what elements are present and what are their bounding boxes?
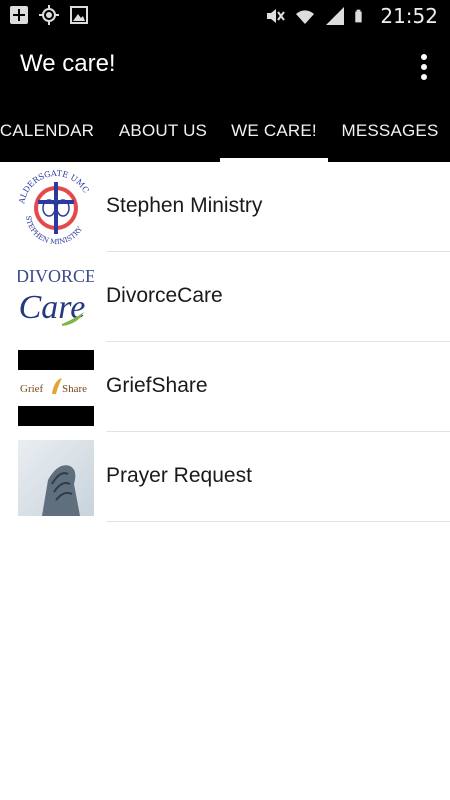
- image-icon: [70, 6, 88, 24]
- app-bar: We care!: [0, 32, 450, 104]
- mute-icon: [267, 9, 286, 23]
- tab-messages[interactable]: MESSAGES: [336, 104, 444, 162]
- page-title: We care!: [20, 50, 116, 77]
- wifi-icon: [296, 10, 315, 24]
- logo-text-top: Grief: [20, 383, 44, 395]
- status-bar: 21:52: [0, 0, 450, 32]
- praying-hands-photo: [18, 440, 94, 516]
- more-vert-icon[interactable]: [416, 52, 432, 82]
- list-item-label: Prayer Request: [106, 464, 252, 487]
- status-clock: 21:52: [380, 4, 438, 28]
- gps-icon: [39, 5, 59, 25]
- list-item-label: Stephen Ministry: [106, 194, 263, 217]
- tab-we-care[interactable]: WE CARE!: [220, 104, 328, 162]
- stephen-ministry-logo: ALDERSGATE UMC STEPHEN MINISTRY: [18, 170, 94, 246]
- tab-calendar[interactable]: CALENDAR: [0, 104, 100, 162]
- divider: [106, 521, 450, 522]
- logo-text-bottom: Share: [62, 383, 87, 395]
- list-item[interactable]: Prayer Request: [0, 432, 450, 522]
- tab-bar: CALENDAR ABOUT US WE CARE! MESSAGES: [0, 104, 450, 162]
- list-item[interactable]: Grief Share GriefShare: [0, 342, 450, 432]
- ministry-list: ALDERSGATE UMC STEPHEN MINISTRY Stephen …: [0, 162, 450, 522]
- griefshare-logo: Grief Share: [18, 350, 94, 426]
- list-item-label: DivorceCare: [106, 284, 223, 307]
- divorcecare-logo: DIVORCE Care: [18, 260, 94, 336]
- signal-icon: [326, 7, 345, 25]
- list-item[interactable]: DIVORCE Care DivorceCare: [0, 252, 450, 342]
- logo-text-top: DIVORCE: [18, 266, 94, 286]
- list-item-label: GriefShare: [106, 374, 208, 397]
- list-item[interactable]: ALDERSGATE UMC STEPHEN MINISTRY Stephen …: [0, 162, 450, 252]
- battery-icon: [355, 9, 362, 23]
- tab-about-us[interactable]: ABOUT US: [108, 104, 218, 162]
- add-box-icon: [10, 6, 28, 24]
